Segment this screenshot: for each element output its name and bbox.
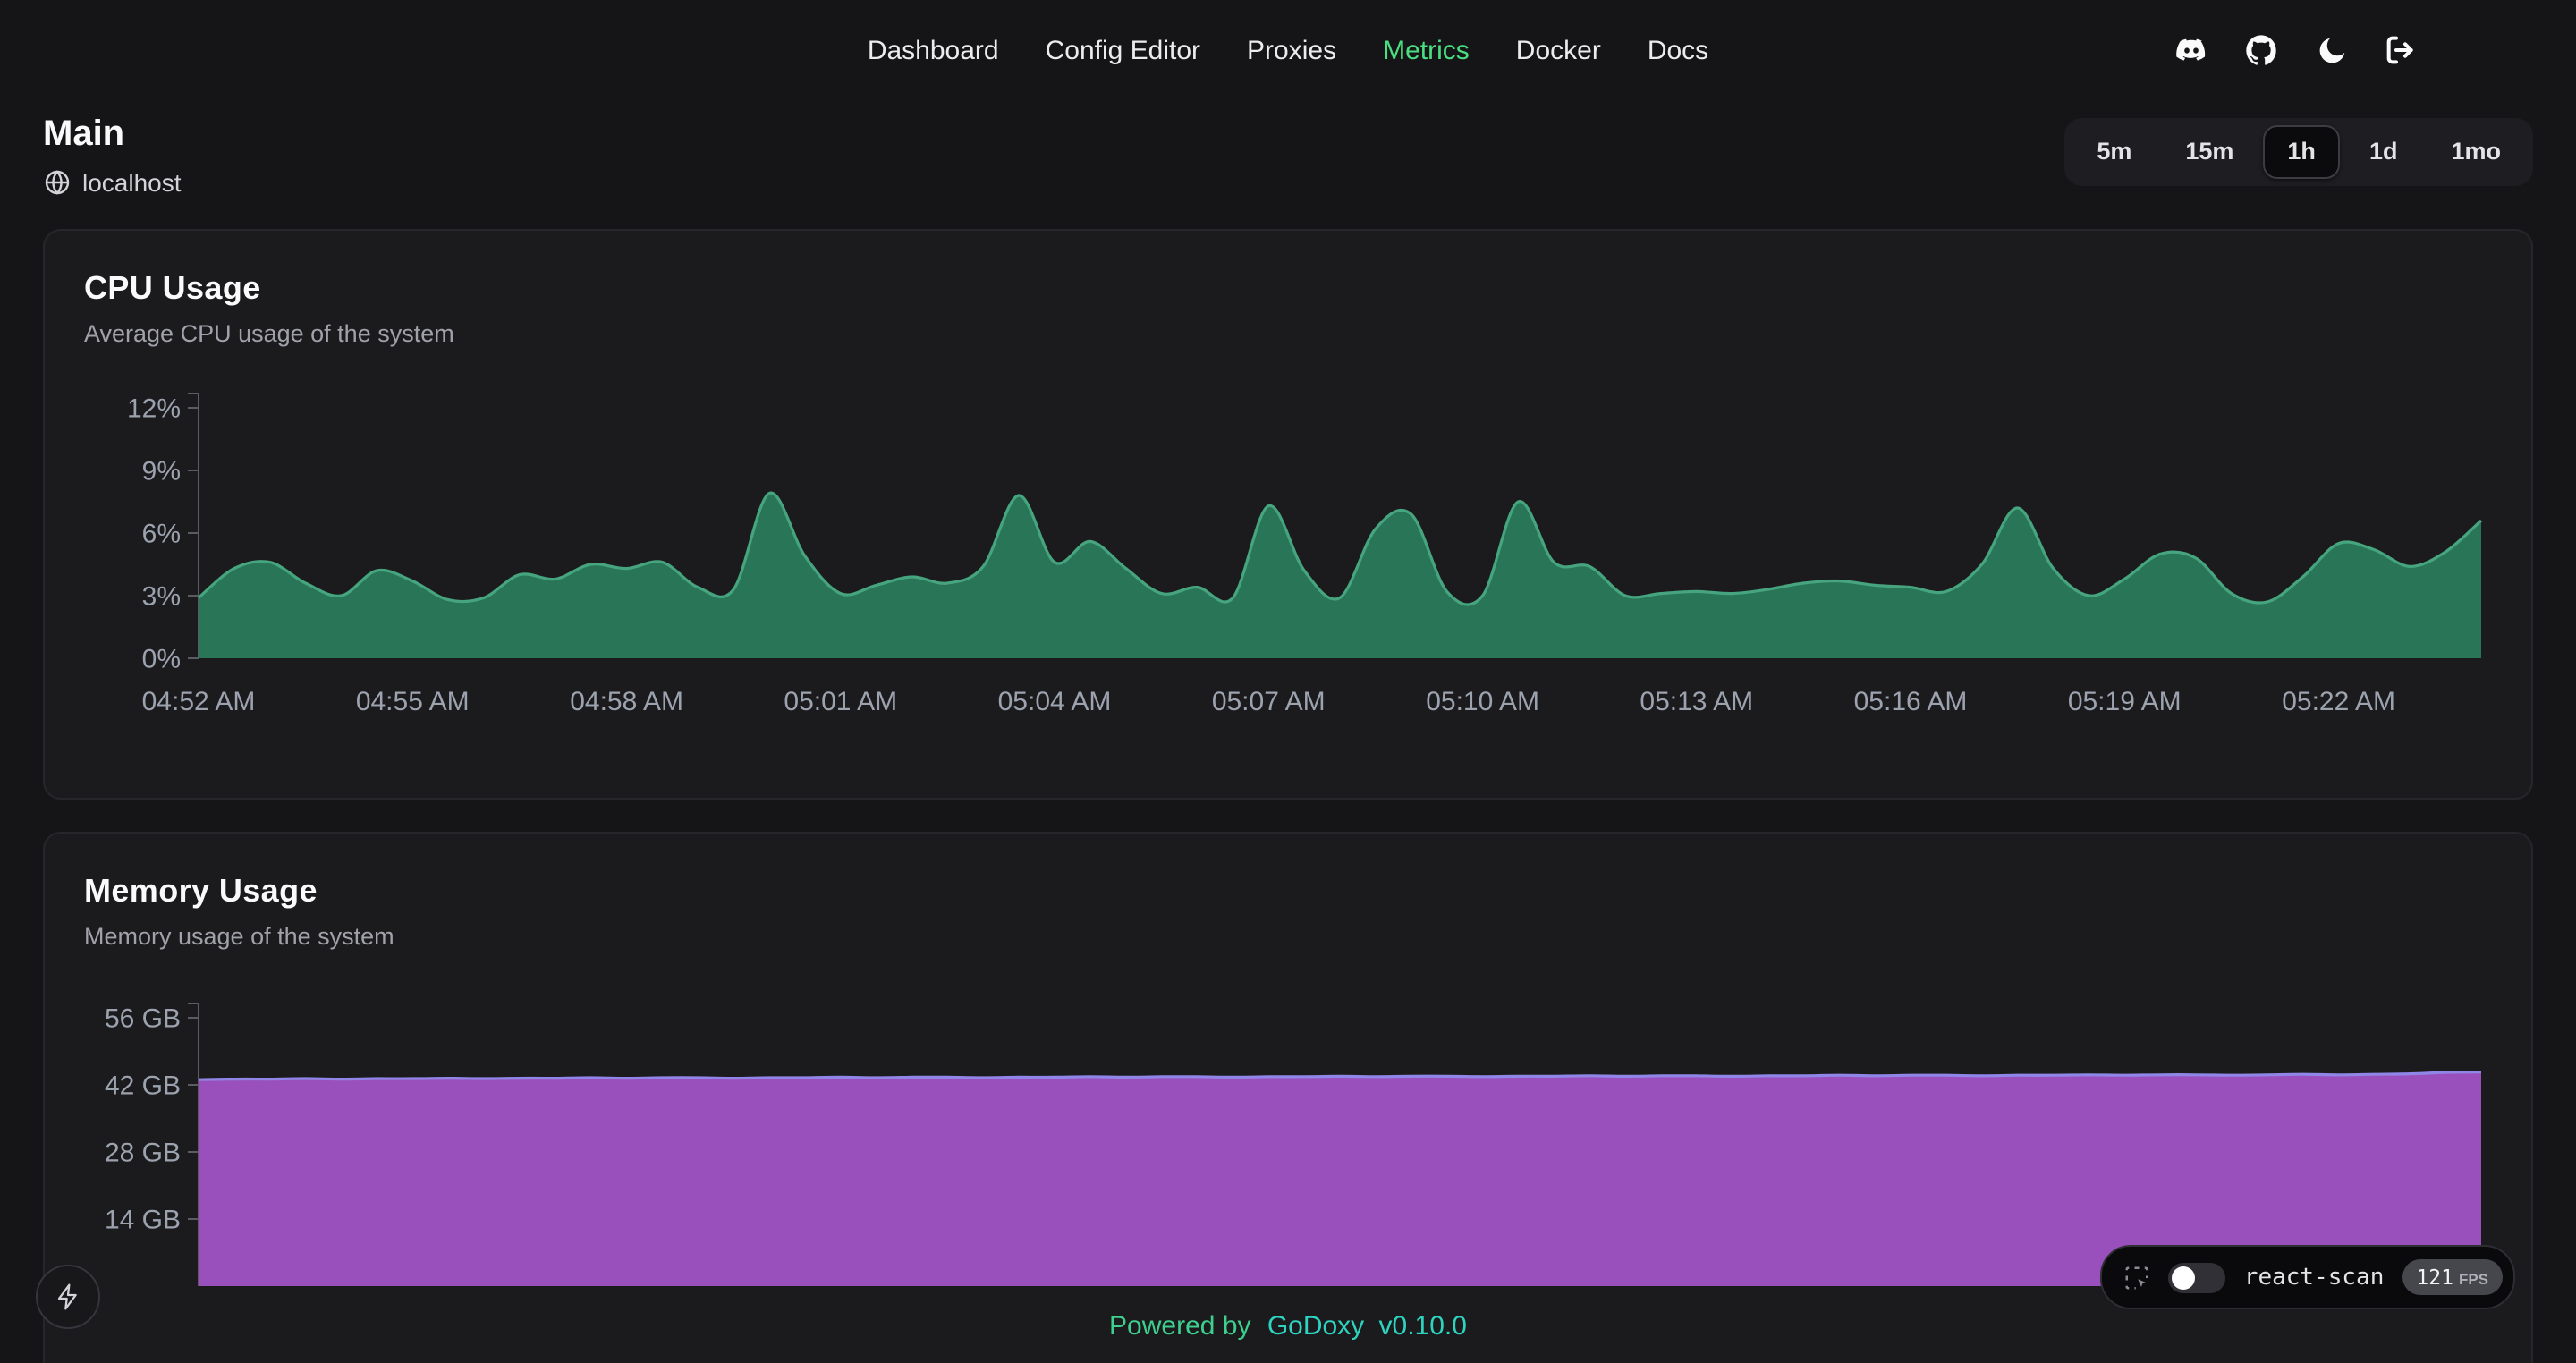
cpu-card-title: CPU Usage (84, 270, 2492, 308)
svg-text:0%: 0% (142, 645, 181, 674)
page-header: Main localhost 5m 15m 1h 1d 1mo (0, 100, 2576, 197)
svg-text:04:52 AM: 04:52 AM (142, 687, 256, 716)
svg-text:6%: 6% (142, 520, 181, 549)
fps-unit: FPS (2459, 1270, 2488, 1288)
time-range-selector: 5m 15m 1h 1d 1mo (2064, 118, 2533, 185)
svg-text:28 GB: 28 GB (105, 1139, 181, 1168)
svg-text:05:13 AM: 05:13 AM (1640, 687, 1753, 716)
time-range-1h[interactable]: 1h (2262, 125, 2341, 178)
powered-by-label: Powered by (1109, 1311, 1250, 1342)
svg-text:3%: 3% (142, 582, 181, 612)
footer: Powered by GoDoxy v0.10.0 (0, 1311, 2576, 1342)
nav-item-docker[interactable]: Docker (1516, 35, 1601, 65)
fps-badge: 121 FPS (2402, 1259, 2503, 1295)
github-glyph (2243, 32, 2279, 68)
github-icon[interactable] (2243, 32, 2279, 68)
svg-text:42 GB: 42 GB (105, 1071, 181, 1101)
nav-item-dashboard[interactable]: Dashboard (868, 35, 999, 65)
inspect-icon[interactable] (2124, 1264, 2151, 1291)
svg-text:14 GB: 14 GB (105, 1206, 181, 1235)
toggle-knob (2173, 1266, 2196, 1289)
discord-icon[interactable] (2174, 32, 2209, 68)
cpu-card-subtitle: Average CPU usage of the system (84, 320, 2492, 347)
host-row: localhost (43, 168, 182, 197)
memory-card-title: Memory Usage (84, 873, 2492, 910)
page-header-left: Main localhost (43, 114, 182, 197)
svg-text:05:04 AM: 05:04 AM (998, 687, 1112, 716)
svg-text:04:58 AM: 04:58 AM (570, 687, 683, 716)
react-scan-label: react-scan (2244, 1264, 2385, 1291)
svg-text:05:22 AM: 05:22 AM (2282, 687, 2395, 716)
time-range-15m[interactable]: 15m (2160, 125, 2258, 178)
nav-item-config-editor[interactable]: Config Editor (1046, 35, 1200, 65)
top-nav: Dashboard Config Editor Proxies Metrics … (0, 0, 2576, 100)
react-scan-toggle[interactable] (2169, 1262, 2226, 1292)
svg-text:05:16 AM: 05:16 AM (1854, 687, 1968, 716)
page-title: Main (43, 114, 182, 156)
svg-text:12%: 12% (127, 394, 181, 424)
svg-text:56 GB: 56 GB (105, 1004, 181, 1034)
hostname-label: localhost (82, 168, 182, 197)
inspect-glyph (2124, 1264, 2151, 1291)
version-label: v0.10.0 (1379, 1311, 1467, 1342)
moon-glyph (2314, 33, 2348, 67)
godoxy-link[interactable]: GoDoxy (1267, 1311, 1364, 1342)
cpu-usage-chart: 0% 3% 6% 9% 12% 04:52 AM 04:55 AM 04:58 AM 05:01… (84, 390, 2488, 758)
logout-glyph (2383, 32, 2419, 68)
svg-text:05:10 AM: 05:10 AM (1426, 687, 1539, 716)
nav-icon-group (2174, 32, 2419, 68)
cpu-usage-card: CPU Usage Average CPU usage of the syste… (43, 229, 2533, 800)
fps-value: 121 (2416, 1265, 2453, 1290)
time-range-5m[interactable]: 5m (2072, 125, 2157, 178)
svg-text:05:07 AM: 05:07 AM (1212, 687, 1326, 716)
globe-icon (43, 168, 72, 197)
svg-text:05:01 AM: 05:01 AM (784, 687, 897, 716)
time-range-1d[interactable]: 1d (2344, 125, 2423, 178)
react-scan-widget: react-scan 121 FPS (2101, 1245, 2515, 1309)
zap-icon (54, 1283, 82, 1311)
nav-item-docs[interactable]: Docs (1648, 35, 1708, 65)
theme-toggle-moon-icon[interactable] (2313, 32, 2349, 68)
svg-text:9%: 9% (142, 457, 181, 487)
discord-glyph (2174, 31, 2209, 69)
nav-menu: Dashboard Config Editor Proxies Metrics … (868, 35, 1708, 65)
time-range-1mo[interactable]: 1mo (2426, 125, 2526, 178)
nav-item-proxies[interactable]: Proxies (1247, 35, 1336, 65)
memory-card-subtitle: Memory usage of the system (84, 923, 2492, 950)
svg-text:04:55 AM: 04:55 AM (356, 687, 470, 716)
logout-icon[interactable] (2383, 32, 2419, 68)
svg-text:05:19 AM: 05:19 AM (2068, 687, 2182, 716)
app-root: Dashboard Config Editor Proxies Metrics … (0, 0, 2576, 1363)
nav-item-metrics[interactable]: Metrics (1383, 35, 1470, 65)
